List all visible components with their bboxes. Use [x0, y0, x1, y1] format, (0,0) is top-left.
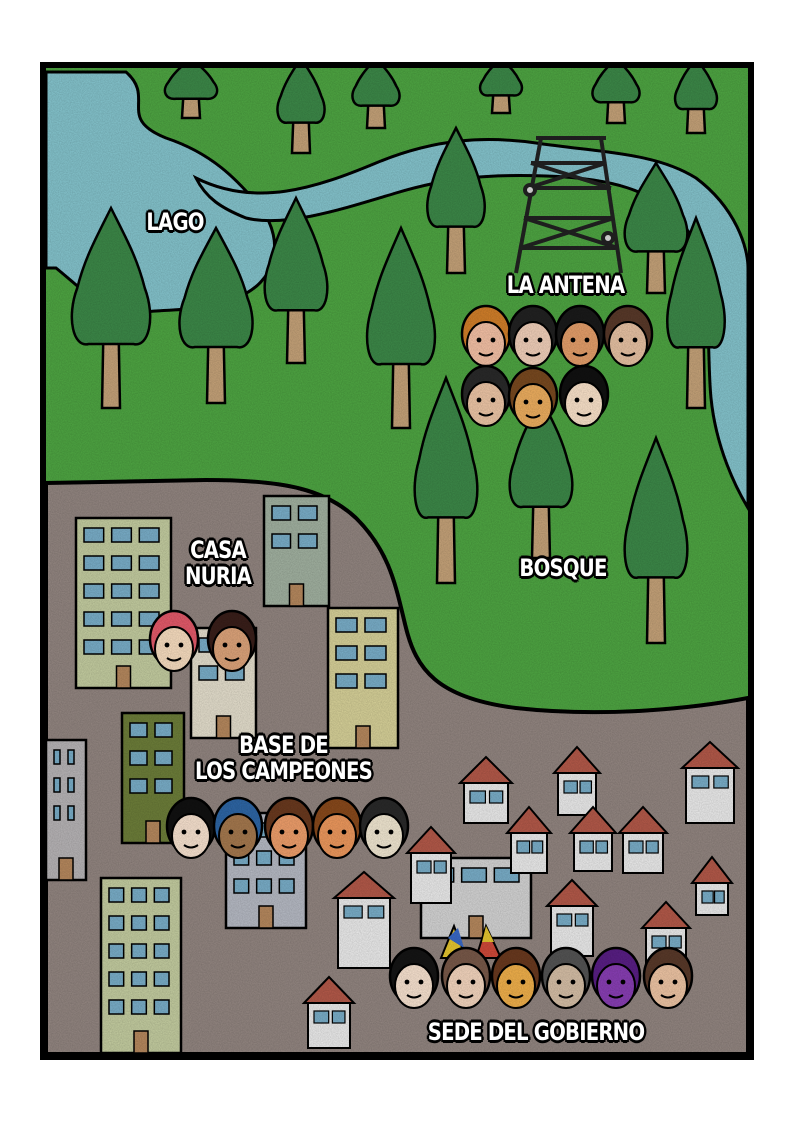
label-lago-text: LAGO	[146, 208, 204, 236]
label-bosque: BOSQUE	[510, 554, 617, 582]
label-base-line1: BASE DE	[239, 731, 329, 759]
label-sede-text: SEDE DEL GOBIERNO	[427, 1018, 645, 1046]
label-casa-nuria: CASA NURIA	[169, 536, 267, 590]
label-lago: LAGO	[138, 208, 212, 236]
label-sede-gobierno: SEDE DEL GOBIERNO	[417, 1018, 655, 1046]
label-la-antena-text: LA ANTENA	[506, 271, 625, 299]
label-bosque-text: BOSQUE	[519, 554, 607, 582]
map-frame: LAGO LA ANTENA BOSQUE CASA NURIA BASE DE…	[40, 62, 754, 1060]
label-la-antena: LA ANTENA	[494, 271, 638, 299]
label-base-campeones: BASE DE LOS CAMPEONES	[179, 731, 388, 785]
label-base-line2: LOS CAMPEONES	[195, 756, 373, 785]
label-casa-line2: NURIA	[184, 561, 252, 590]
label-casa-line1: CASA	[190, 536, 247, 564]
